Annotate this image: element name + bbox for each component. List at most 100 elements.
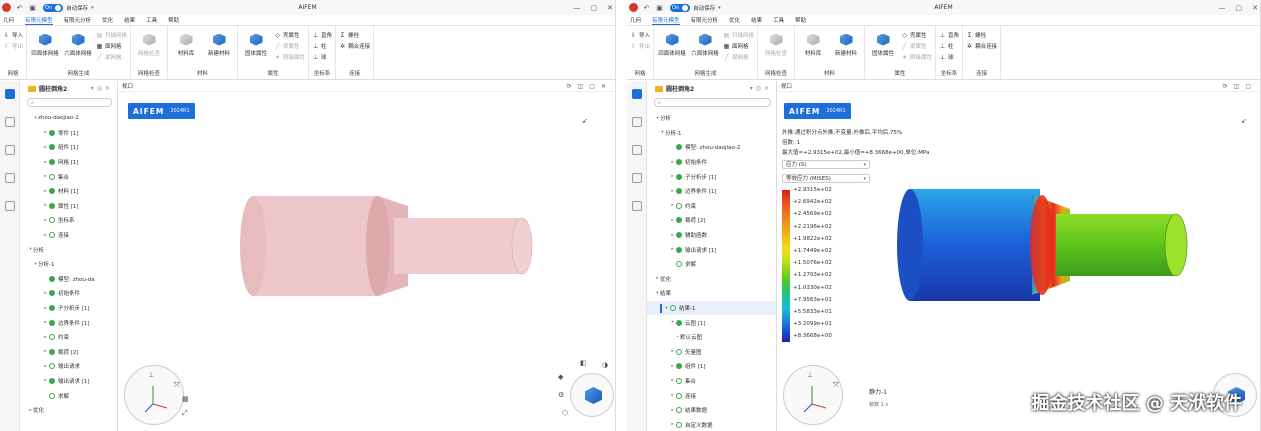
face-mesh-button[interactable]: ▦ 面网格: [723, 42, 754, 51]
chevron-right-icon[interactable]: ▸: [43, 174, 48, 179]
chevron-down-icon[interactable]: ▾: [664, 306, 669, 311]
tree-node[interactable]: ▸ 子分析步 [1]: [20, 301, 117, 316]
chevron-down-icon[interactable]: ▾: [670, 320, 675, 325]
settings-icon[interactable]: ⚙: [558, 391, 564, 399]
menu-tools[interactable]: 工具: [773, 16, 784, 24]
component-select[interactable]: 等效应力 (MISES) ▾: [782, 174, 870, 183]
grid-icon[interactable]: ▦: [182, 395, 189, 403]
menu-fe-model[interactable]: 有限元模型: [652, 16, 680, 25]
undo-icon[interactable]: ↶: [642, 4, 651, 12]
viewport-panel[interactable]: 视口 ⟳◫▢ AIFEM 2024R1 ➹ 外推:通过积分点外推,不变量:外推后…: [777, 81, 1260, 431]
tree-node[interactable]: ▸ 属性 [1]: [20, 199, 117, 214]
chevron-right-icon[interactable]: ▸: [670, 174, 675, 179]
sph-coord-button[interactable]: ⊥ 球: [939, 53, 959, 62]
fit-view-icon[interactable]: ⤧: [833, 381, 839, 390]
maximize-icon[interactable]: ▢: [591, 4, 598, 12]
close-icon[interactable]: ✕: [607, 4, 613, 12]
new-material-button[interactable]: 新建材料: [204, 28, 234, 57]
view-axes-icon[interactable]: ⊥: [148, 371, 154, 379]
chevron-right-icon[interactable]: ▸: [43, 189, 48, 194]
tree-node[interactable]: ▸ 集合: [20, 169, 117, 184]
bolt-button[interactable]: Σ 螺栓: [339, 31, 370, 40]
menu-help[interactable]: 帮助: [795, 16, 806, 24]
menu-geometry[interactable]: 几何: [630, 16, 641, 24]
stress-contour-model[interactable]: [892, 177, 1192, 317]
coupling-button[interactable]: ✲ 耦合连接: [966, 42, 997, 51]
tree-node[interactable]: 求解: [647, 257, 776, 272]
chevron-right-icon[interactable]: ▸: [670, 364, 675, 369]
save-icon[interactable]: ▣: [655, 4, 664, 12]
chevron-right-icon[interactable]: ▸: [670, 233, 675, 238]
tree-node[interactable]: ▸ 子分析步 [1]: [647, 169, 776, 184]
tree-node[interactable]: ▾ 分析: [647, 111, 776, 126]
sweep-mesh-button[interactable]: ▤ 扫描网格: [723, 31, 754, 40]
folder-icon[interactable]: [4, 201, 15, 211]
chevron-down-icon[interactable]: ▾: [91, 5, 94, 11]
autosave-toggle[interactable]: On: [670, 3, 691, 12]
minimize-icon[interactable]: —: [574, 4, 581, 12]
tree-node[interactable]: ▸ 约束: [20, 330, 117, 345]
chevron-right-icon[interactable]: ▸: [43, 130, 48, 135]
chevron-right-icon[interactable]: ▸: [43, 145, 48, 150]
tree-node[interactable]: ▸ 辅助函数: [647, 228, 776, 243]
chevron-right-icon[interactable]: ▸: [670, 349, 675, 354]
tree-node[interactable]: ▸ 连接: [20, 228, 117, 243]
tree-node[interactable]: ▸ 连接: [647, 388, 776, 403]
mesh-check-button[interactable]: 网格检查: [134, 28, 164, 57]
tree-node[interactable]: ▾ 分析: [20, 242, 117, 257]
autosave-toggle[interactable]: On: [43, 3, 64, 12]
tetra-mesh-button[interactable]: 四面体网格: [657, 28, 687, 57]
tree-node[interactable]: ▸ 集合: [647, 374, 776, 389]
fit-view-icon[interactable]: ⤧: [174, 381, 180, 390]
menu-fe-analysis[interactable]: 有限元分析: [691, 16, 719, 24]
document-icon[interactable]: [4, 117, 15, 127]
tree-node[interactable]: ▸ 组件 [1]: [647, 359, 776, 374]
tree-node[interactable]: ▸ 初始条件: [20, 286, 117, 301]
chevron-right-icon[interactable]: ▸: [670, 422, 675, 427]
tree-node[interactable]: ▾ 结果-1: [647, 300, 776, 316]
menu-help[interactable]: 帮助: [168, 16, 179, 24]
chevron-right-icon[interactable]: ▸: [670, 218, 675, 223]
import-file-icon[interactable]: [4, 173, 15, 183]
chevron-right-icon[interactable]: ▸: [43, 378, 48, 383]
import-button[interactable]: ⇩ 导入: [3, 31, 23, 40]
hexa-mesh-button[interactable]: 六面体网格: [63, 28, 93, 57]
view-axes-icon[interactable]: ⊥: [807, 371, 813, 379]
tree-node[interactable]: ▸ 优化: [20, 403, 117, 418]
tree-node[interactable]: ▸ 网格 [1]: [20, 155, 117, 170]
menu-geometry[interactable]: 几何: [3, 16, 14, 24]
cyl-coord-button[interactable]: ⊥ 柱: [312, 42, 332, 51]
tree-node[interactable]: ▸ 边界条件 [1]: [647, 184, 776, 199]
sph-coord-button[interactable]: ⊥ 球: [312, 53, 332, 62]
shell-property-button[interactable]: ◇ 壳属性: [274, 31, 305, 40]
chevron-right-icon[interactable]: ▸: [43, 291, 48, 296]
tree-node[interactable]: ▸ 优化: [647, 272, 776, 287]
chevron-right-icon[interactable]: ▸: [670, 393, 675, 398]
coupling-button[interactable]: ✲ 耦合连接: [339, 42, 370, 51]
cyl-coord-button[interactable]: ⊥ 柱: [939, 42, 959, 51]
tree-node[interactable]: ▸ 组件 [1]: [20, 140, 117, 155]
tree-node[interactable]: ▸ 输出请求 [1]: [20, 374, 117, 389]
rigid-property-button[interactable]: ✶ 刚接属性: [901, 53, 932, 62]
tree-node[interactable]: 求解: [20, 388, 117, 403]
pointer-icon[interactable]: ➹: [1241, 117, 1247, 125]
export-button[interactable]: ⇧ 导出: [630, 42, 650, 51]
chevron-right-icon[interactable]: ▸: [670, 160, 675, 165]
zoom-box-icon[interactable]: ⤢: [182, 409, 188, 418]
beam-property-button[interactable]: ╱ 梁属性: [274, 42, 305, 51]
tree-node[interactable]: ▸ 载荷 [2]: [647, 213, 776, 228]
menu-optimize[interactable]: 优化: [102, 16, 113, 24]
menu-tools[interactable]: 工具: [146, 16, 157, 24]
menu-fe-analysis[interactable]: 有限元分析: [64, 16, 92, 24]
import-file-icon[interactable]: [631, 173, 642, 183]
menu-optimize[interactable]: 优化: [729, 16, 740, 24]
minimize-icon[interactable]: —: [1219, 4, 1226, 12]
undo-icon[interactable]: ↶: [15, 4, 24, 12]
import-button[interactable]: ⇩ 导入: [630, 31, 650, 40]
chevron-right-icon[interactable]: ▸: [43, 364, 48, 369]
model-tree-icon[interactable]: [4, 89, 15, 99]
tree-node[interactable]: 模型: zhou-daojiao-2: [647, 140, 776, 155]
beam-property-button[interactable]: ╱ 梁属性: [901, 42, 932, 51]
viewport-header-icons[interactable]: ⟳◫▢: [1223, 83, 1257, 90]
beam-mesh-button[interactable]: ╱ 梁网格: [96, 53, 127, 62]
